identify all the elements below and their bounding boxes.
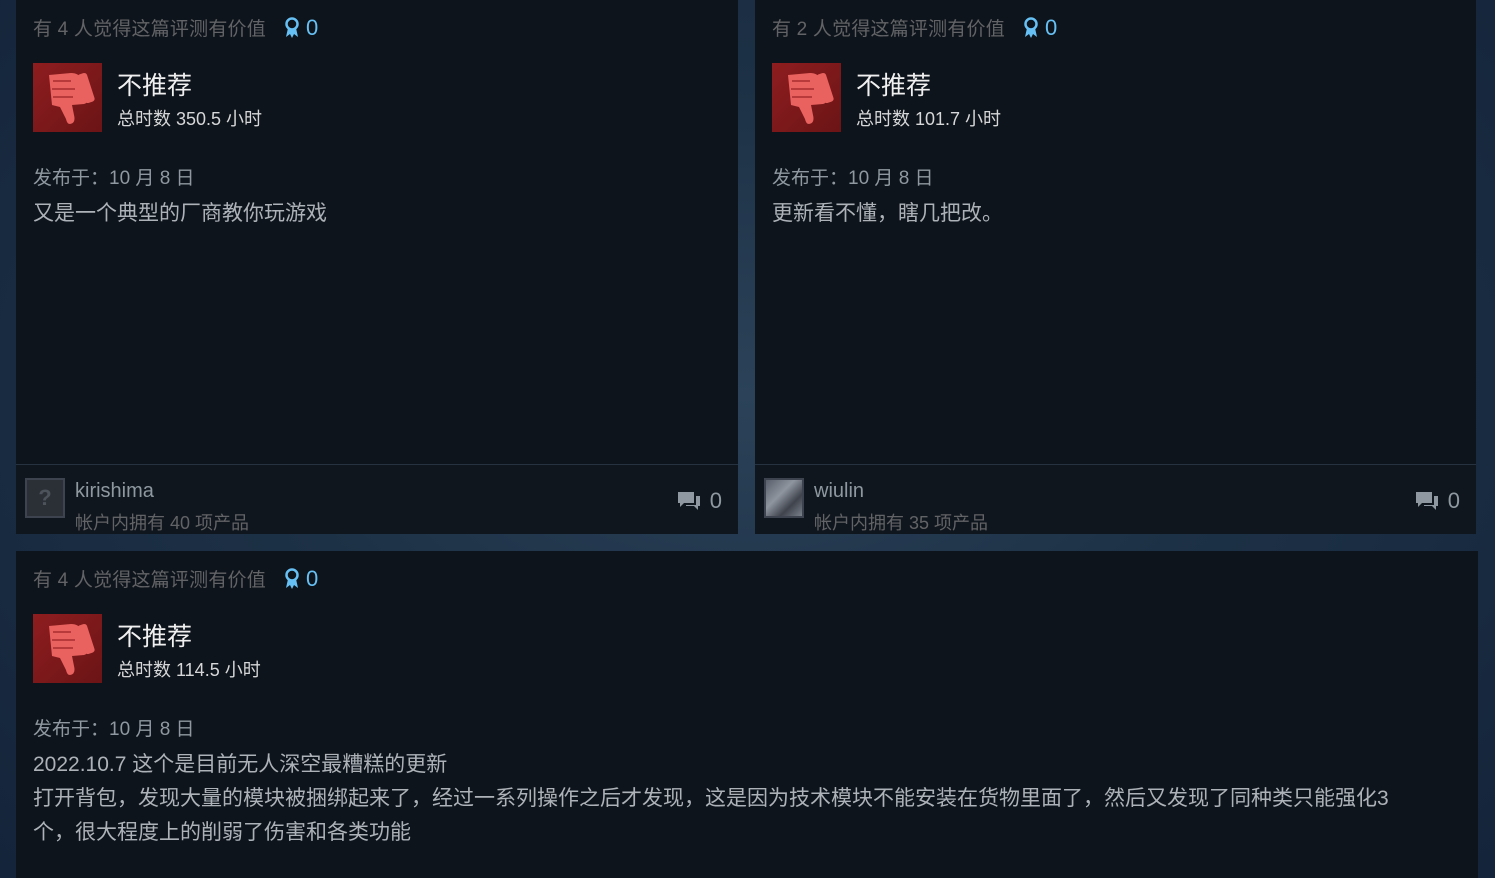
award-ribbon-icon	[285, 567, 299, 589]
review-card: 有 2 人觉得这篇评测有价值 0 不推荐 总时数 101.7 小时 发布于：10…	[755, 0, 1476, 534]
comment-bubbles-icon	[1415, 492, 1438, 510]
comment-bubbles-icon	[677, 492, 700, 510]
products-owned: 帐户内拥有 40 项产品	[75, 513, 250, 533]
award-count: 0	[305, 14, 319, 40]
playtime: 总时数 114.5 小时	[117, 660, 261, 680]
review-footer: ? kirishima 帐户内拥有 40 项产品 0	[16, 464, 738, 534]
award-button[interactable]: 0	[284, 566, 318, 592]
award-ribbon-icon	[1024, 16, 1038, 38]
posted-date: 发布于：10 月 8 日	[33, 719, 195, 740]
review-verdict[interactable]: 不推荐 总时数 350.5 小时	[33, 63, 262, 132]
review-footer: wiulin 帐户内拥有 35 项产品 0	[755, 464, 1476, 534]
award-button[interactable]: 0	[284, 15, 318, 41]
comment-count: 0	[1447, 488, 1460, 513]
thumbs-down-icon	[33, 63, 102, 132]
thumbs-down-icon	[33, 614, 102, 683]
review-verdict[interactable]: 不推荐 总时数 101.7 小时	[772, 63, 1001, 132]
review-line: 个，很大程度上的削弱了伤害和各类功能	[33, 821, 411, 844]
helpful-text: 有 2 人觉得这篇评测有价值	[772, 19, 1005, 40]
products-owned: 帐户内拥有 35 项产品	[814, 513, 989, 533]
award-count: 0	[1044, 14, 1058, 40]
comment-count: 0	[709, 488, 722, 513]
review-line: 打开背包，发现大量的模块被捆绑起来了，经过一系列操作之后才发现，这是因为技术模块…	[33, 787, 1389, 810]
helpful-count: 有 4 人觉得这篇评测有价值 0	[33, 565, 318, 592]
avatar[interactable]	[764, 478, 804, 518]
playtime: 总时数 350.5 小时	[117, 109, 263, 129]
helpful-count: 有 4 人觉得这篇评测有价值 0	[33, 14, 318, 41]
comments-button[interactable]: 0	[676, 488, 722, 514]
verdict-title: 不推荐	[856, 72, 932, 100]
award-button[interactable]: 0	[1023, 15, 1057, 41]
helpful-text: 有 4 人觉得这篇评测有价值	[33, 19, 266, 40]
helpful-text: 有 4 人觉得这篇评测有价值	[33, 570, 266, 591]
review-card: 有 4 人觉得这篇评测有价值 0 不推荐 总时数 350.5 小时 发布于：10…	[16, 0, 738, 534]
review-verdict[interactable]: 不推荐 总时数 114.5 小时	[33, 614, 261, 683]
avatar[interactable]: ?	[25, 478, 65, 518]
verdict-title: 不推荐	[117, 72, 193, 100]
review-body: 更新看不懂，瞎几把改。	[772, 202, 1003, 225]
review-line: 2022.10.7 这个是目前无人深空最糟糕的更新	[33, 753, 448, 776]
username[interactable]: kirishima	[75, 480, 249, 503]
review-body: 又是一个典型的厂商教你玩游戏	[33, 202, 327, 225]
award-ribbon-icon	[285, 16, 299, 38]
review-card: 有 4 人觉得这篇评测有价值 0 不推荐 总时数 114.5 小时 发布于：10…	[16, 551, 1478, 878]
posted-date: 发布于：10 月 8 日	[772, 168, 934, 189]
award-count: 0	[305, 565, 319, 591]
thumbs-down-icon	[772, 63, 841, 132]
playtime: 总时数 101.7 小时	[856, 109, 1002, 129]
helpful-count: 有 2 人觉得这篇评测有价值 0	[772, 14, 1057, 41]
username[interactable]: wiulin	[814, 480, 988, 503]
posted-date: 发布于：10 月 8 日	[33, 168, 195, 189]
review-body: 2022.10.7 这个是目前无人深空最糟糕的更新 打开背包，发现大量的模块被捆…	[33, 748, 1456, 850]
comments-button[interactable]: 0	[1414, 488, 1460, 514]
verdict-title: 不推荐	[117, 623, 193, 651]
